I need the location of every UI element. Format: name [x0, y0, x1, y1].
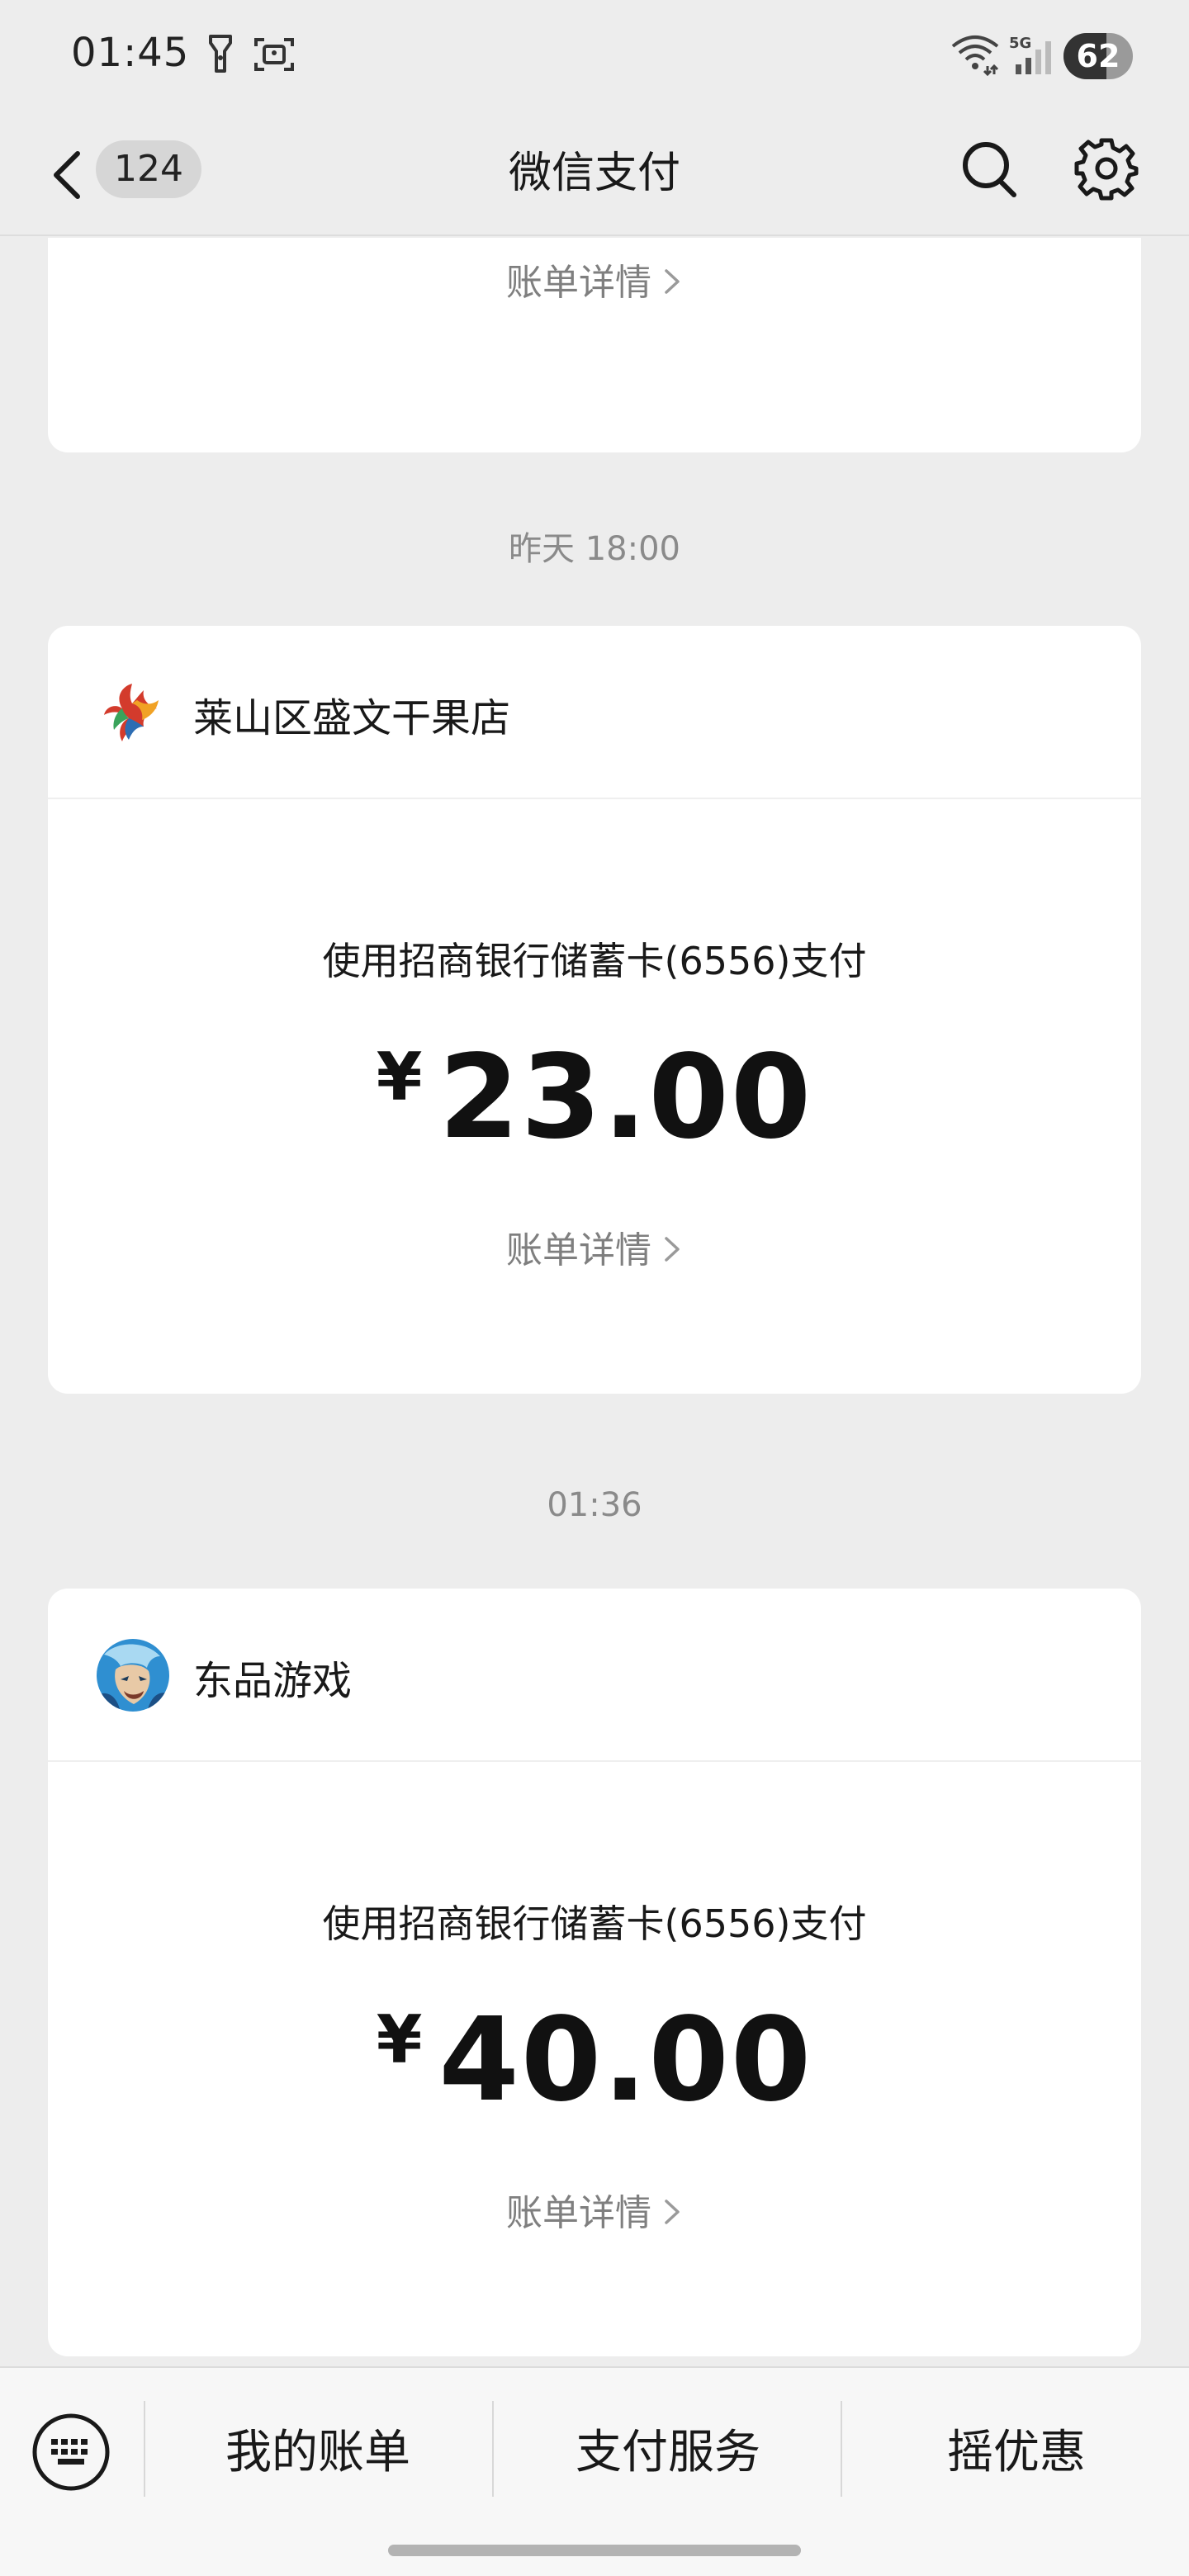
search-icon[interactable] [958, 135, 1021, 201]
menu-my-bills[interactable]: 我的账单 [144, 2416, 492, 2490]
payment-method: 使用招商银行储蓄卡(6556)支付 [322, 1901, 867, 1946]
bill-detail-link[interactable]: 账单详情 [48, 1220, 1141, 1273]
bill-detail-label: 账单详情 [506, 2192, 651, 2234]
amount-value: 23.00 [438, 1030, 813, 1165]
card-header[interactable]: 东品游戏 [48, 1589, 1141, 1762]
nav-bar: 124 微信支付 [0, 111, 1189, 236]
card-header[interactable]: 莱山区盛文干果店 [48, 626, 1141, 799]
payment-amount: ¥40.00 [48, 1993, 1141, 2128]
chevron-right-icon [665, 1237, 680, 1262]
currency-symbol: ¥ [376, 1039, 423, 1115]
payment-card[interactable]: 东品游戏 使用招商银行储蓄卡(6556)支付 ¥40.00 账单详情 [48, 1589, 1141, 2356]
keyboard-icon[interactable] [30, 2411, 112, 2493]
message-timestamp: 昨天 18:00 [509, 530, 680, 568]
message-timestamp: 01:36 [547, 1486, 642, 1524]
gear-icon[interactable] [1073, 135, 1139, 201]
bill-detail-link[interactable]: 账单详情 [48, 2183, 1141, 2236]
payment-card[interactable]: 莱山区盛文干果店 使用招商银行储蓄卡(6556)支付 ¥23.00 账单详情 [48, 626, 1141, 1394]
battery-level-text: 62 [1076, 38, 1120, 74]
merchant-avatar-icon [97, 1639, 169, 1712]
flashlight-icon [209, 35, 232, 73]
merchant-logo-icon [104, 684, 159, 741]
battery-icon: 62 [1063, 33, 1133, 79]
status-bar: 01:45 5G 62 [0, 0, 1189, 111]
merchant-name: 东品游戏 [193, 1658, 353, 1704]
payment-card: 账单详情 [48, 238, 1141, 452]
message-list[interactable]: 账单详情 昨天 18:00 莱山区盛文干果店 使用招商银行储蓄卡(6556)支付… [0, 238, 1189, 2365]
menu-payment-services[interactable]: 支付服务 [494, 2416, 842, 2490]
wifi-icon [951, 36, 999, 76]
bill-detail-link[interactable]: 账单详情 [48, 253, 1141, 305]
bill-detail-label: 账单详情 [506, 262, 651, 304]
payment-method: 使用招商银行储蓄卡(6556)支付 [322, 939, 867, 983]
chevron-right-icon [665, 2200, 680, 2224]
currency-symbol: ¥ [376, 2001, 423, 2078]
chevron-right-icon [665, 269, 680, 294]
signal-icon [1016, 41, 1051, 74]
bill-detail-label: 账单详情 [506, 1229, 651, 1271]
payment-amount: ¥23.00 [48, 1030, 1141, 1165]
menu-shake-deals[interactable]: 摇优惠 [842, 2416, 1189, 2490]
home-indicator[interactable] [388, 2545, 801, 2556]
screenshot-icon [254, 38, 294, 71]
merchant-name: 莱山区盛文干果店 [193, 695, 511, 741]
status-time: 01:45 [71, 30, 190, 76]
amount-value: 40.00 [438, 1993, 813, 2128]
